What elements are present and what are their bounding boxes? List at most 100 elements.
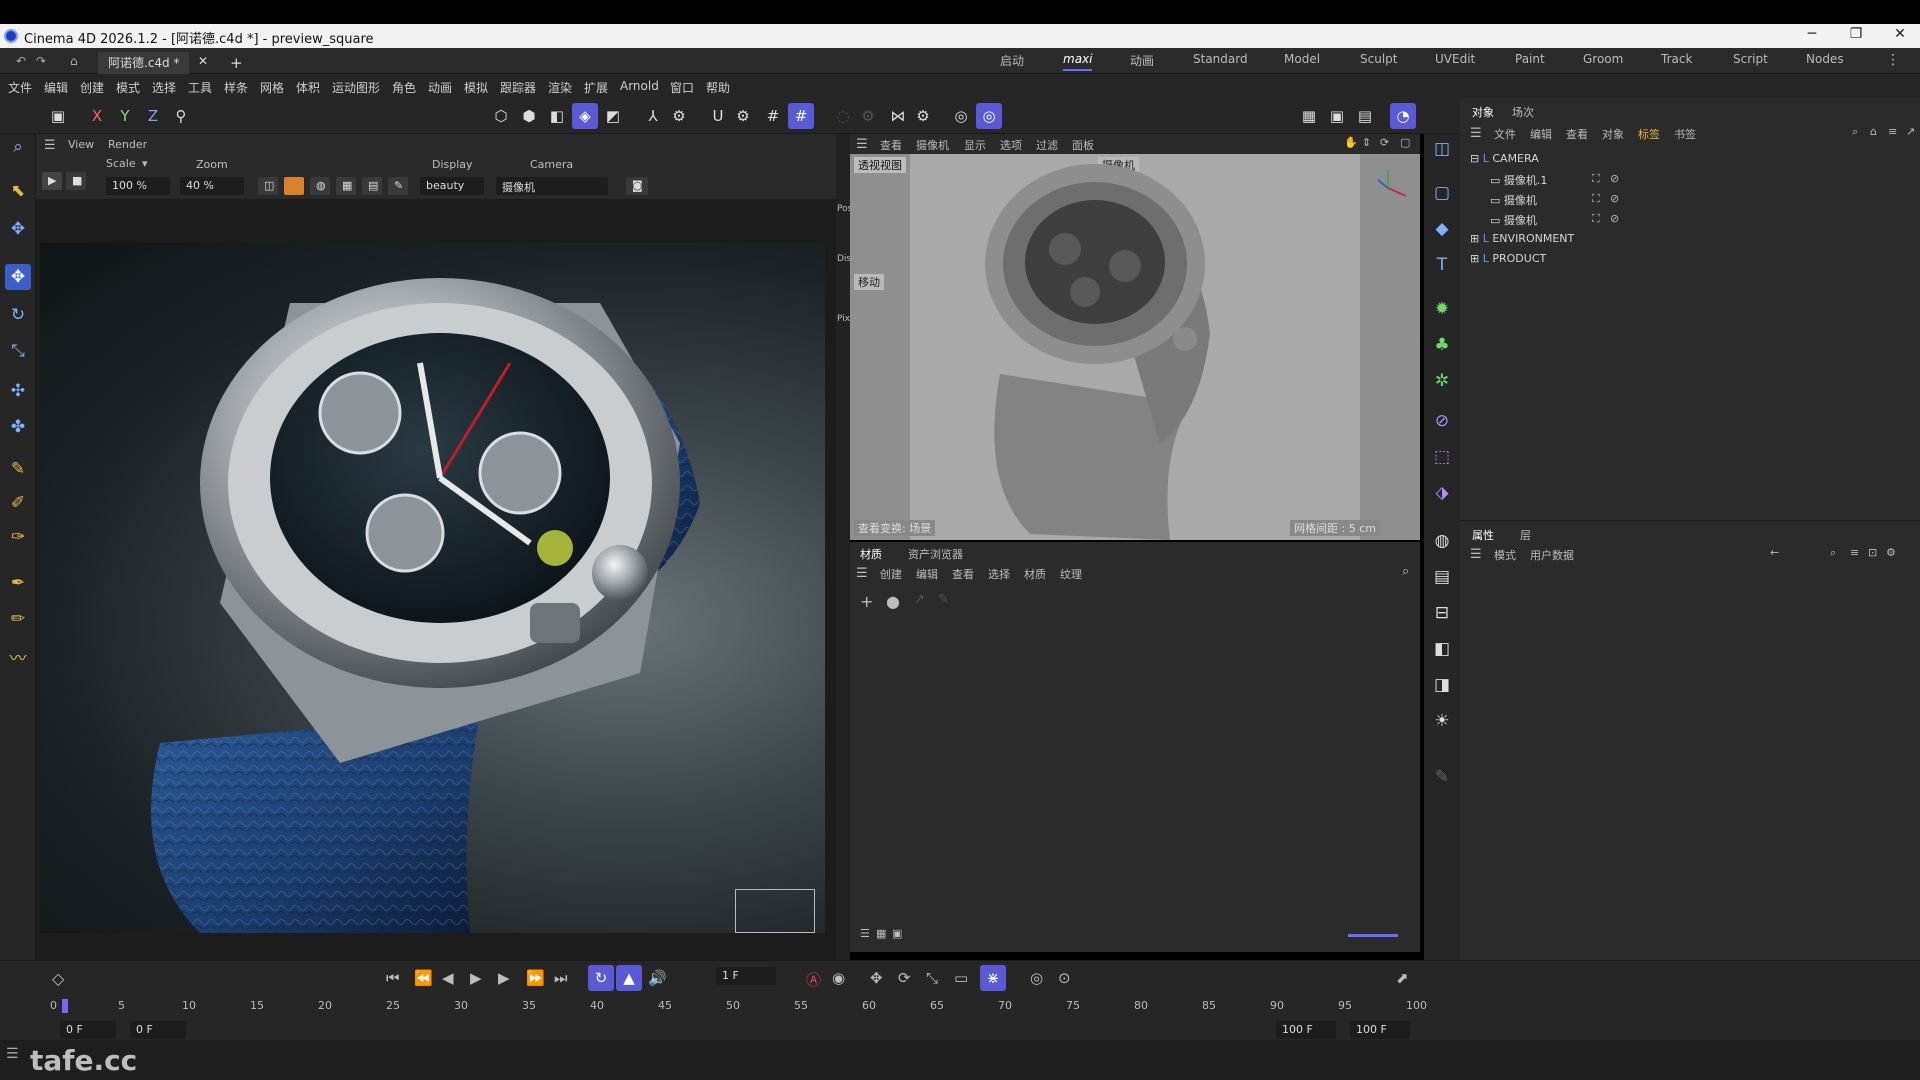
mat-menu-texture[interactable]: 纹理: [1060, 566, 1082, 582]
vp-menu-view[interactable]: 查看: [880, 137, 902, 153]
autokey-icon[interactable]: Ⓐ: [806, 969, 821, 990]
motion-system-icon[interactable]: ◎: [1030, 969, 1043, 987]
snap-settings-icon[interactable]: ⚙: [730, 103, 756, 129]
video-camera-icon[interactable]: ◧: [1429, 636, 1455, 662]
preview-range-icon[interactable]: ▲: [616, 965, 642, 991]
text-icon[interactable]: T: [1429, 252, 1455, 278]
pivot-tool-icon[interactable]: ✤: [5, 414, 31, 440]
tab-layers[interactable]: 层: [1520, 527, 1531, 543]
menu-spline[interactable]: 样条: [224, 79, 248, 96]
layout-animation[interactable]: 动画: [1130, 52, 1154, 69]
hamburger-menu-icon[interactable]: ☰: [856, 566, 868, 581]
lock-icon[interactable]: ⊡: [1868, 546, 1877, 559]
polygons-mode-icon[interactable]: ◧: [544, 103, 570, 129]
field-icon[interactable]: ⊘: [1429, 408, 1455, 434]
menu-volume[interactable]: 体积: [296, 79, 320, 96]
edges-mode-icon[interactable]: ⬢: [516, 103, 542, 129]
menu-mograph[interactable]: 运动图形: [332, 79, 380, 96]
home-icon[interactable]: ⌂: [1870, 125, 1877, 138]
search-icon[interactable]: ⌕: [1402, 564, 1409, 579]
symmetry-settings-icon[interactable]: ⚙: [910, 103, 936, 129]
layout-manager-icon[interactable]: ◫: [1429, 136, 1455, 162]
obj-menu-bookmarks[interactable]: 书签: [1674, 126, 1696, 142]
menu-extensions[interactable]: 扩展: [584, 79, 608, 96]
camera-tag-icon[interactable]: ⛶: [1592, 212, 1600, 226]
menu-view[interactable]: View: [68, 138, 94, 151]
tab-asset-browser[interactable]: 资产浏览器: [908, 546, 963, 562]
layout-standard[interactable]: Standard: [1193, 52, 1248, 66]
menu-file[interactable]: 文件: [8, 79, 32, 96]
snapshot-camera-icon[interactable]: ◙: [626, 177, 648, 195]
layout-uvedit[interactable]: UVEdit: [1435, 52, 1475, 66]
go-to-end-icon[interactable]: ⏭: [554, 969, 568, 987]
settings-icon[interactable]: ⚙: [1886, 546, 1896, 559]
expand-toggle-icon[interactable]: ⊞: [1470, 232, 1479, 245]
timeline-settings-icon[interactable]: ⊙: [1058, 969, 1071, 987]
zoom-field[interactable]: 40 %: [180, 177, 244, 195]
layout-track[interactable]: Track: [1661, 52, 1692, 66]
coordinate-system-icon[interactable]: ⚲: [168, 103, 194, 129]
search-icon[interactable]: ⌕: [1852, 125, 1858, 139]
sound-icon[interactable]: 🔊: [648, 969, 667, 987]
layout-nodes[interactable]: Nodes: [1806, 52, 1844, 66]
rotate-view-icon[interactable]: ⟳: [1380, 136, 1389, 149]
points-mode-icon[interactable]: ⬡: [488, 103, 514, 129]
light-icon[interactable]: ⊟: [1429, 600, 1455, 626]
redo-icon[interactable]: ↷: [26, 52, 56, 74]
menu-tracker[interactable]: 跟踪器: [500, 79, 536, 96]
hamburger-menu-icon[interactable]: ☰: [1470, 547, 1482, 562]
close-window-button[interactable]: ✕: [1880, 26, 1920, 42]
globe-icon[interactable]: ◍: [310, 177, 330, 195]
layout-maxi[interactable]: maxi: [1063, 52, 1093, 71]
key-position-icon[interactable]: ✥: [870, 969, 883, 987]
layout-groom[interactable]: Groom: [1583, 52, 1623, 66]
preview-min-field[interactable]: 0 F: [130, 1021, 186, 1039]
pen-tool-icon[interactable]: ✎: [5, 456, 31, 482]
symmetry-icon[interactable]: ⋈: [885, 103, 911, 129]
camera-tag-icon[interactable]: ⛶: [1592, 172, 1600, 186]
filter-icon[interactable]: ≡: [1888, 125, 1897, 138]
settings-gear-icon[interactable]: ⚙: [666, 103, 692, 129]
obj-menu-tags[interactable]: 标签: [1638, 126, 1660, 142]
hamburger-menu-icon[interactable]: ☰: [6, 1046, 19, 1062]
current-frame-field[interactable]: 1 F: [716, 967, 776, 985]
vp-menu-filter[interactable]: 过滤: [1036, 137, 1058, 153]
axis-y-toggle[interactable]: Y: [112, 103, 138, 129]
menu-arnold[interactable]: Arnold: [620, 79, 659, 93]
add-material-icon[interactable]: +: [860, 592, 873, 611]
menu-mesh[interactable]: 网格: [260, 79, 284, 96]
record-icon[interactable]: ◉: [832, 969, 845, 987]
key-scale-icon[interactable]: ⤡: [926, 969, 938, 987]
cloner-icon[interactable]: ♣: [1429, 332, 1455, 358]
navigator-frame[interactable]: [735, 889, 815, 933]
rotate-tool-icon[interactable]: ↻: [5, 302, 31, 328]
menu-tools[interactable]: 工具: [188, 79, 212, 96]
model-mode-icon[interactable]: ◈: [572, 103, 598, 129]
large-view-icon[interactable]: ▣: [892, 927, 902, 940]
live-selection-icon[interactable]: ⬉: [5, 178, 31, 204]
minimize-button[interactable]: ─: [1792, 26, 1832, 42]
grid-snap-icon[interactable]: #: [760, 103, 786, 129]
move-tool-icon[interactable]: ✥: [5, 264, 31, 290]
previous-frame-icon[interactable]: ◀: [442, 969, 454, 987]
hair-tool-icon[interactable]: 〰: [5, 646, 31, 672]
tab-objects[interactable]: 对象: [1472, 104, 1494, 120]
mat-menu-select[interactable]: 选择: [988, 566, 1010, 582]
vp-menu-panel[interactable]: 面板: [1072, 137, 1094, 153]
tree-row[interactable]: ⊟ L CAMERA: [1470, 152, 1539, 165]
previous-key-icon[interactable]: ⏪: [414, 969, 433, 987]
zoom-slider[interactable]: [1348, 934, 1398, 937]
more-layouts-icon[interactable]: ⋮: [1886, 52, 1900, 68]
home-icon[interactable]: ⌂: [60, 52, 88, 74]
play-render-icon[interactable]: ▶: [42, 172, 62, 190]
render-view-icon[interactable]: ▣: [1324, 103, 1350, 129]
search-icon[interactable]: ⌕: [1830, 546, 1836, 560]
brush-overlay-icon[interactable]: ✎: [388, 177, 408, 195]
sculpt-tool-icon[interactable]: ✑: [5, 524, 31, 550]
paint-tool-icon[interactable]: ✏: [5, 606, 31, 632]
maximize-view-icon[interactable]: ▢: [1400, 136, 1410, 149]
menu-select[interactable]: 选择: [152, 79, 176, 96]
add-tab-button[interactable]: +: [220, 52, 253, 74]
effector-icon[interactable]: ⬚: [1429, 444, 1455, 470]
viewport-solo-icon[interactable]: ◎: [976, 103, 1002, 129]
